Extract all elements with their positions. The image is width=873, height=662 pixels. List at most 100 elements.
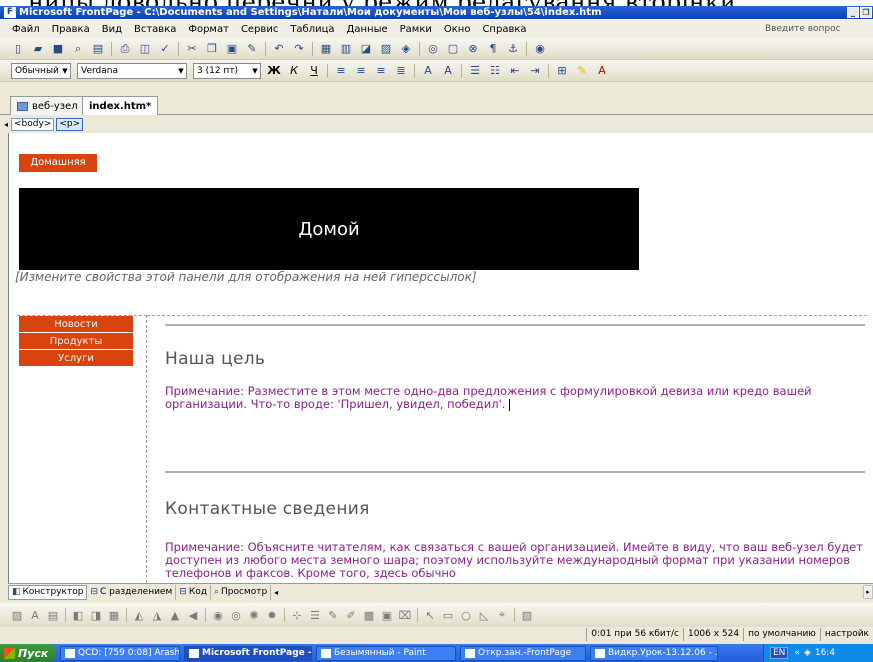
align-center-icon[interactable]: ≡	[353, 63, 369, 79]
tab-split[interactable]: ⊟ С разделением	[87, 584, 177, 600]
tag-body[interactable]: <body>	[11, 117, 55, 131]
help-icon[interactable]: ◉	[532, 41, 548, 57]
menu-frames[interactable]: Рамки	[394, 24, 438, 35]
crop-icon[interactable]: ⊹	[290, 608, 304, 622]
tab-design[interactable]: ◧ Конструктор	[8, 584, 88, 600]
tray-chevron-icon[interactable]: «	[794, 648, 800, 658]
save-icon[interactable]: ■	[50, 41, 66, 57]
print-icon[interactable]: ⎙	[117, 41, 133, 57]
help-question-box[interactable]: Введите вопрос	[765, 24, 865, 34]
goal-paragraph[interactable]: Примечание: Разместите в этом месте одно…	[165, 385, 865, 411]
doctype-status[interactable]: по умолчанию	[743, 628, 820, 641]
highlight-icon[interactable]: ✎	[574, 63, 590, 79]
insert-table-icon[interactable]: ▥	[338, 41, 354, 57]
scroll-right-icon[interactable]: ▸	[863, 585, 873, 599]
bullets-icon[interactable]: ☷	[487, 63, 503, 79]
chevron-left-icon[interactable]: ◂	[4, 120, 8, 129]
tab-preview[interactable]: ⌕ Просмотр	[211, 584, 272, 600]
language-indicator[interactable]: EN	[770, 647, 789, 659]
heading-our-goal[interactable]: Наша цель	[165, 349, 265, 369]
network-icon[interactable]: ◈	[804, 648, 811, 658]
menu-view[interactable]: Вид	[96, 24, 128, 35]
thumbnail-icon[interactable]: ▤	[46, 608, 60, 622]
bevel-icon[interactable]: ▩	[362, 608, 376, 622]
font-size-select[interactable]: 3 (12 пт) ▼	[193, 62, 261, 79]
underline-icon[interactable]: Ч	[306, 63, 322, 79]
restore-picture-icon[interactable]: ⌧	[398, 608, 412, 622]
menu-help[interactable]: Справка	[476, 24, 532, 35]
scroll-left-icon[interactable]: ◂	[274, 588, 278, 597]
menu-insert[interactable]: Вставка	[128, 24, 182, 35]
design-canvas[interactable]: Домашняя Домой [Измените свойства этой п…	[8, 133, 873, 583]
nav-news-button[interactable]: Новости	[19, 316, 133, 333]
style-select[interactable]: Обычный ▼	[11, 62, 71, 79]
menu-tools[interactable]: Сервис	[235, 24, 284, 35]
font-color-icon[interactable]: A	[594, 63, 610, 79]
align-left-icon[interactable]: ≡	[333, 63, 349, 79]
increase-font-icon[interactable]: A	[420, 63, 436, 79]
increase-indent-icon[interactable]: ⇥	[527, 63, 543, 79]
send-back-icon[interactable]: ◨	[89, 608, 103, 622]
start-button[interactable]: Пуск	[0, 644, 56, 662]
anchor-icon[interactable]: ⚓	[505, 41, 521, 57]
bring-front-icon[interactable]: ◧	[71, 608, 85, 622]
highlight-hotspots-icon[interactable]: ▧	[520, 608, 534, 622]
publish-icon[interactable]: ▤	[90, 41, 106, 57]
polygon-icon[interactable]: ◺	[477, 608, 491, 622]
picture-icon[interactable]: ▨	[10, 608, 24, 622]
insert-picture-icon[interactable]: ▨	[378, 41, 394, 57]
line-style-icon[interactable]: ☰	[308, 608, 322, 622]
font-select[interactable]: Verdana ▼	[77, 62, 187, 79]
window-titlebar[interactable]: F Microsoft FrontPage - C:\Documents and…	[0, 6, 873, 19]
decrease-font-icon[interactable]: A	[440, 63, 456, 79]
minimize-button[interactable]: _	[847, 7, 859, 18]
hotspot-icon[interactable]: ⌖	[495, 608, 509, 622]
drawing-icon[interactable]: ◈	[398, 41, 414, 57]
tag-p[interactable]: <p>	[56, 117, 84, 131]
tab-code[interactable]: ⊟ Код	[176, 584, 211, 600]
task-word[interactable]: Видкр.Урок-13.12.06 - ...	[590, 645, 718, 661]
text-icon[interactable]: A	[28, 608, 42, 622]
page-banner[interactable]: Домой	[19, 188, 639, 270]
color-icon[interactable]: ✐	[344, 608, 358, 622]
task-folder[interactable]: Откр.зан.-FrontPage	[460, 645, 586, 661]
home-nav-button[interactable]: Домашняя	[19, 154, 97, 172]
menu-table[interactable]: Таблица	[284, 24, 340, 35]
insert-layer-icon[interactable]: ◪	[358, 41, 374, 57]
tab-website[interactable]: веб-узел	[10, 96, 85, 115]
task-frontpage[interactable]: Microsoft FrontPage -...	[184, 645, 312, 661]
borders-icon[interactable]: ⊞	[554, 63, 570, 79]
search-icon[interactable]: ⌕	[70, 41, 86, 57]
menu-window[interactable]: Окно	[438, 24, 477, 35]
justify-icon[interactable]: ≣	[393, 63, 409, 79]
page-size-status[interactable]: 1006 x 524	[682, 628, 743, 641]
nav-services-button[interactable]: Услуги	[19, 350, 133, 367]
frontpage-app-icon[interactable]: F	[4, 7, 16, 18]
less-brightness-icon[interactable]: ✹	[265, 608, 279, 622]
clock[interactable]: 16:4	[815, 648, 835, 658]
cut-icon[interactable]: ✂	[184, 41, 200, 57]
tab-index-htm[interactable]: index.htm*	[82, 96, 159, 116]
contacts-paragraph[interactable]: Примечание: Объясните читателям, как свя…	[165, 541, 865, 580]
copy-icon[interactable]: ❐	[204, 41, 220, 57]
restore-button[interactable]: ❐	[860, 7, 872, 18]
brightness-icon[interactable]: ✺	[247, 608, 261, 622]
refresh-icon[interactable]: ▢	[445, 41, 461, 57]
task-qcd[interactable]: QCD: [759 0:08] Arash ...	[60, 645, 180, 661]
custom-status[interactable]: настройк	[819, 628, 873, 641]
stop-icon[interactable]: ⊗	[465, 41, 481, 57]
hyperlink-icon[interactable]: ◎	[425, 41, 441, 57]
open-icon[interactable]: ▰	[30, 41, 46, 57]
rectangle-icon[interactable]: ▭	[441, 608, 455, 622]
select-icon[interactable]: ↖	[423, 608, 437, 622]
numbering-icon[interactable]: ☰	[467, 63, 483, 79]
flip-icon[interactable]: ▲	[168, 608, 182, 622]
paste-icon[interactable]: ▣	[224, 41, 240, 57]
preview-icon[interactable]: ◫	[137, 41, 153, 57]
web-component-icon[interactable]: ▦	[318, 41, 334, 57]
undo-icon[interactable]: ↶	[271, 41, 287, 57]
task-paint[interactable]: Безымянный - Paint	[316, 645, 456, 661]
layer-icon[interactable]: ▦	[107, 608, 121, 622]
menu-data[interactable]: Данные	[341, 24, 394, 35]
menu-edit[interactable]: Правка	[46, 24, 96, 35]
